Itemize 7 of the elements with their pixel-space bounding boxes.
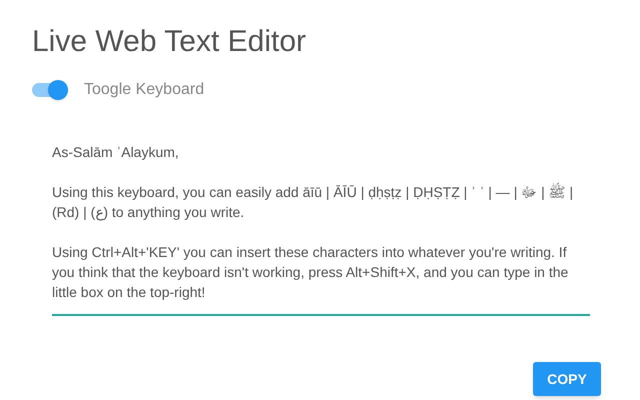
toggle-label: Toogle Keyboard (84, 80, 204, 100)
editor-paragraph: Using Ctrl+Alt+'KEY' you can insert these characters into whatever you're writing. If you think that the keyboard isn't working, press Alt+Shift+X, and you can type in the little box on the top-right! (52, 243, 570, 302)
keyboard-toggle[interactable] (32, 80, 68, 100)
copy-button[interactable]: COPY (533, 362, 601, 396)
editor-paragraph: Using this keyboard, you can easily add āīū | ĀĪŪ | ḍḥṣṭẓ | ḌḤṢṬẒ | ʾ ʿ | — | ﷺ | ﷻ | (Rd) | (ع) to anything you write. (52, 182, 574, 222)
editor-paragraph: As-Salām ʿAlaykum, (52, 143, 180, 162)
page-title: Live Web Text Editor (32, 24, 308, 60)
